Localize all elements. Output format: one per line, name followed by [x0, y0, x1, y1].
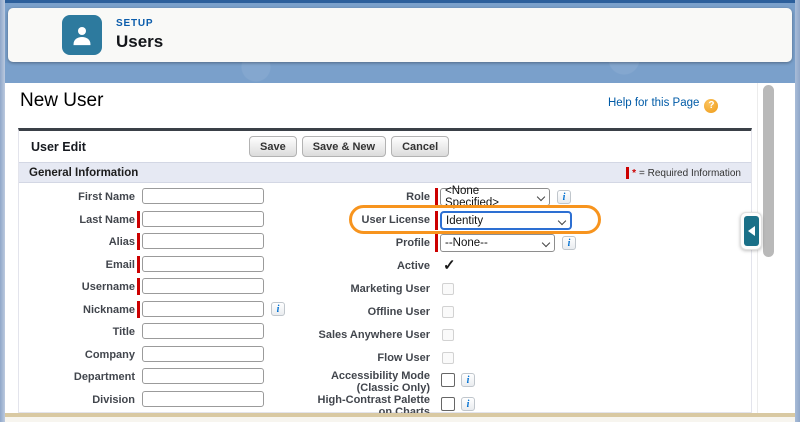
required-bar — [435, 211, 438, 230]
required-text: = Required Information — [639, 168, 741, 179]
nickname-label: Nickname — [35, 304, 135, 316]
chevron-down-icon — [537, 193, 545, 201]
toolbar-buttons: Save Save & New Cancel — [249, 136, 449, 157]
general-information-bar: General Information * = Required Informa… — [19, 162, 751, 183]
title-label: Title — [35, 326, 135, 338]
user-edit-header: User Edit Save Save & New Cancel — [19, 131, 751, 162]
accessibility-mode-label: Accessibility Mode (Classic Only) — [285, 371, 430, 394]
help-icon[interactable]: ? — [704, 99, 718, 113]
required-bar-icon — [626, 167, 629, 179]
role-select[interactable]: <None Specified> — [440, 188, 550, 206]
info-icon[interactable]: i — [461, 397, 475, 411]
chevron-down-icon — [558, 217, 566, 225]
role-label: Role — [285, 191, 430, 203]
info-icon[interactable]: i — [557, 190, 571, 204]
offline-user-checkbox — [442, 306, 454, 318]
required-bar — [435, 234, 438, 252]
cancel-button[interactable]: Cancel — [391, 136, 449, 157]
nickname-input[interactable] — [142, 301, 264, 317]
division-input[interactable] — [142, 391, 264, 407]
required-bar — [137, 301, 140, 318]
required-bar — [137, 278, 140, 295]
help-for-this-page-link[interactable]: Help for this Page? — [608, 97, 718, 113]
sales-anywhere-user-label: Sales Anywhere User — [285, 329, 430, 341]
high-contrast-palette-checkbox[interactable] — [441, 397, 455, 411]
required-bar — [137, 256, 140, 273]
flow-user-label: Flow User — [285, 352, 430, 364]
chevron-down-icon — [542, 239, 550, 247]
active-label: Active — [285, 260, 430, 272]
info-icon[interactable]: i — [461, 373, 475, 387]
department-label: Department — [35, 371, 135, 383]
alias-input[interactable] — [142, 233, 264, 249]
collapse-arrow-button[interactable] — [744, 216, 759, 246]
vertical-scrollbar[interactable] — [763, 85, 774, 257]
user-edit-title: User Edit — [31, 140, 86, 154]
required-bar — [137, 233, 140, 250]
email-label: Email — [35, 259, 135, 271]
setup-header-card: SETUP Users — [8, 8, 792, 62]
marketing-user-checkbox — [442, 283, 454, 295]
profile-select[interactable]: --None-- — [440, 234, 555, 252]
window-left-border — [0, 0, 5, 422]
offline-user-label: Offline User — [285, 306, 430, 318]
username-input[interactable] — [142, 278, 264, 294]
last-name-input[interactable] — [142, 211, 264, 227]
flow-user-checkbox — [442, 352, 454, 364]
required-information-note: * = Required Information — [626, 167, 741, 179]
user-license-select[interactable]: Identity — [440, 211, 572, 230]
company-input[interactable] — [142, 346, 264, 362]
save-and-new-button[interactable]: Save & New — [302, 136, 386, 157]
required-bar — [435, 188, 438, 206]
first-name-input[interactable] — [142, 188, 264, 204]
accessibility-mode-checkbox[interactable] — [441, 373, 455, 387]
window-right-border — [795, 0, 800, 422]
profile-label: Profile — [285, 237, 430, 249]
setup-object-title: Users — [116, 32, 163, 52]
arrow-left-icon — [748, 226, 755, 236]
email-input[interactable] — [142, 256, 264, 272]
save-button[interactable]: Save — [249, 136, 297, 157]
sales-anywhere-user-checkbox — [442, 329, 454, 341]
first-name-label: First Name — [35, 191, 135, 203]
alias-label: Alias — [35, 236, 135, 248]
sidebar-collapse-tab — [740, 212, 762, 250]
window-bottom-gap — [5, 417, 795, 422]
window-top-border — [0, 0, 800, 3]
division-label: Division — [35, 394, 135, 406]
setup-eyebrow-label: SETUP — [116, 18, 153, 29]
page-title: New User — [20, 90, 103, 112]
department-input[interactable] — [142, 368, 264, 384]
general-information-title: General Information — [29, 167, 138, 179]
username-label: Username — [35, 281, 135, 293]
last-name-label: Last Name — [35, 214, 135, 226]
company-label: Company — [35, 349, 135, 361]
marketing-user-label: Marketing User — [285, 283, 430, 295]
user-license-label: User License — [285, 214, 430, 226]
user-icon — [62, 15, 102, 55]
title-input[interactable] — [142, 323, 264, 339]
info-icon[interactable]: i — [562, 236, 576, 250]
active-checkbox[interactable]: ✓ — [443, 256, 456, 274]
required-bar — [137, 211, 140, 228]
info-icon[interactable]: i — [271, 302, 285, 316]
required-star: * — [632, 168, 636, 179]
